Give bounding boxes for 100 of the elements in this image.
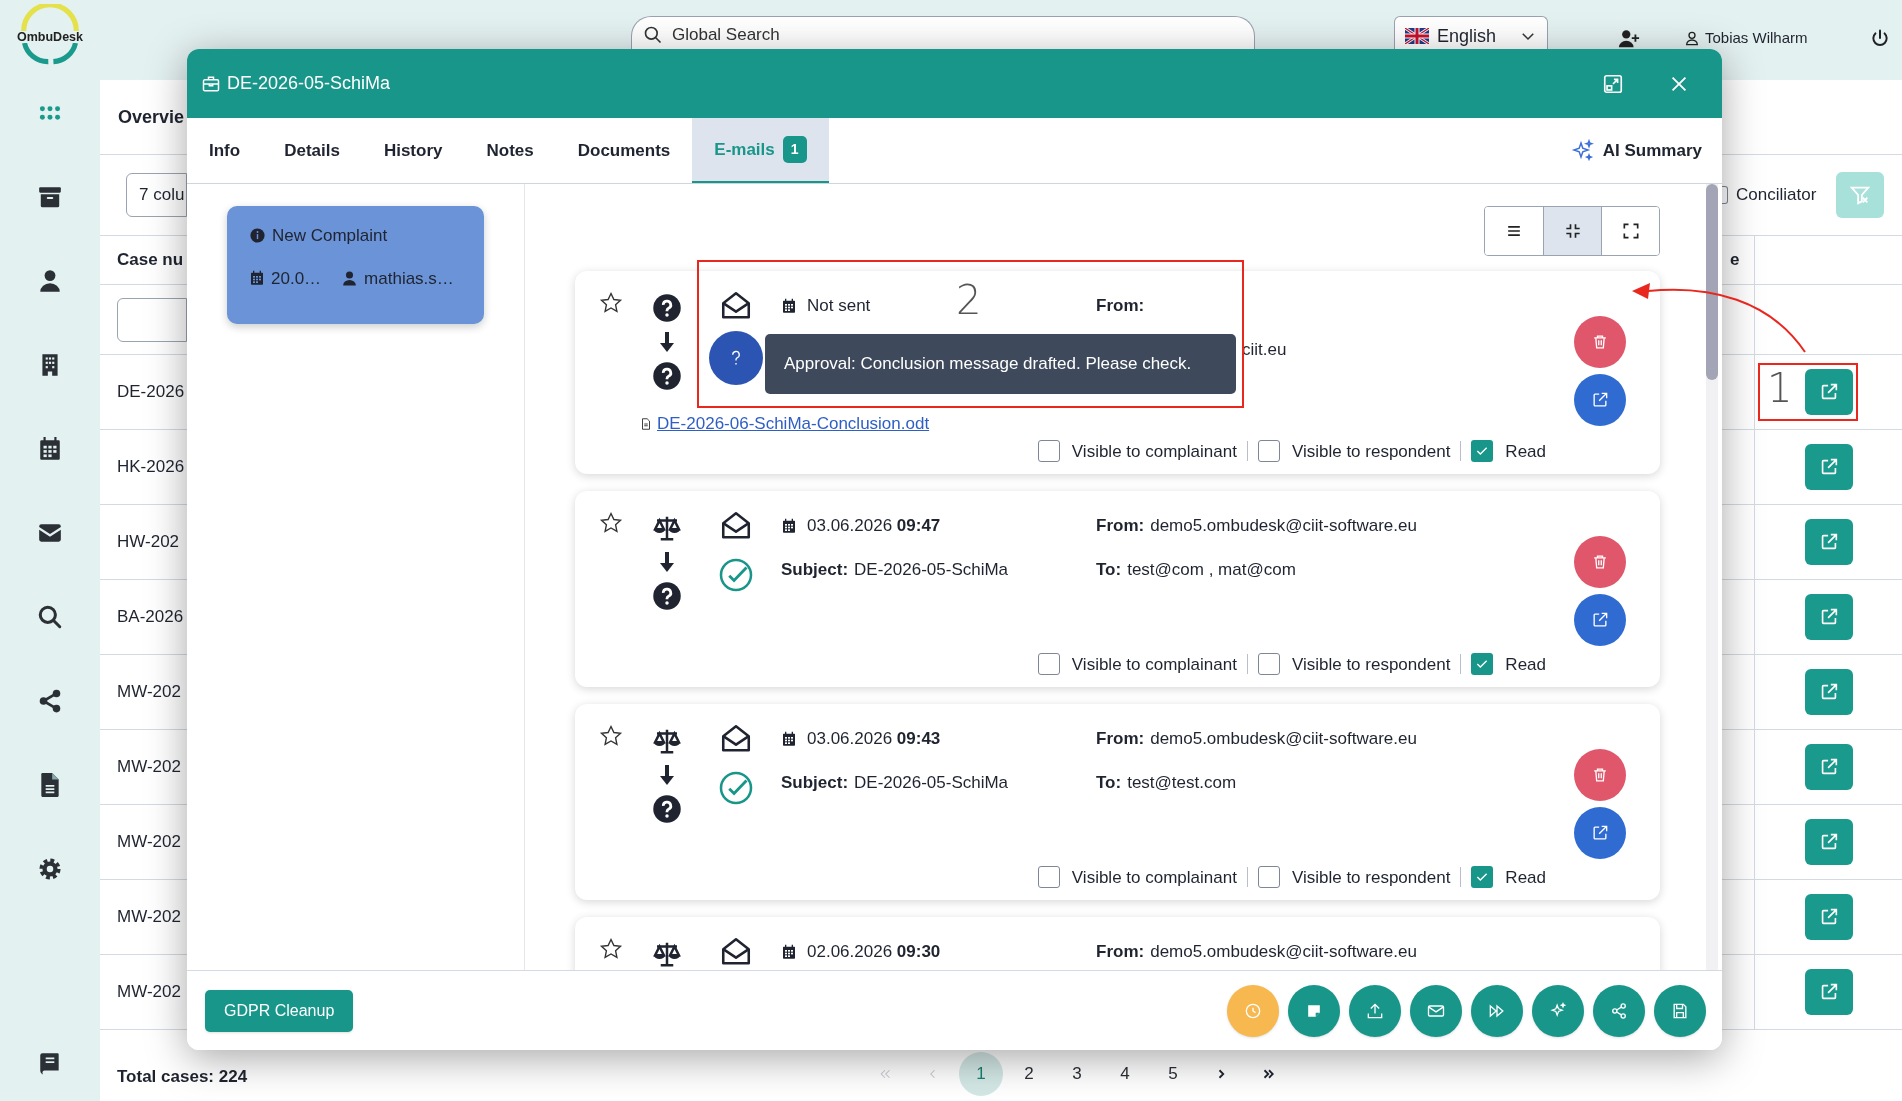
expand-icon[interactable]	[1602, 72, 1624, 95]
table-cell-text: BA-2026	[117, 606, 184, 629]
field-value: demo5.ombudesk@ciit-software.eu	[1150, 515, 1417, 537]
share-icon[interactable]	[37, 688, 63, 714]
tab[interactable]: Details	[262, 118, 362, 183]
upload-button[interactable]	[1349, 984, 1401, 1037]
checkbox-label: Read	[1505, 440, 1546, 463]
calendar-icon	[781, 297, 797, 314]
checkbox-label: Visible to complainant	[1071, 440, 1237, 463]
share-icon	[1609, 1000, 1629, 1021]
checkbox[interactable]	[1257, 440, 1280, 463]
search-icon[interactable]	[37, 604, 63, 630]
open-case-button[interactable]	[1804, 819, 1853, 865]
page-button[interactable]: 5	[1151, 1052, 1195, 1096]
star-icon[interactable]	[599, 724, 623, 748]
flag-icon	[1405, 28, 1429, 44]
view-toggle-group[interactable]	[1484, 206, 1660, 256]
page-button[interactable]: 1	[959, 1052, 1003, 1096]
user-menu[interactable]: Tobias Wilharm	[1684, 27, 1808, 50]
ai-summary-button[interactable]: AI Summary	[1570, 118, 1702, 183]
gdpr-cleanup-button[interactable]: GDPR Cleanup	[205, 989, 354, 1032]
language-select[interactable]: English	[1394, 16, 1548, 49]
sparkle-icon	[1570, 138, 1595, 163]
page-button[interactable]: 3	[1055, 1052, 1099, 1096]
count-badge: 1	[782, 136, 807, 163]
field-value: demo5.ombudesk@ciit-software.eu	[1150, 728, 1417, 750]
save-button[interactable]	[1654, 984, 1706, 1037]
email-button[interactable]	[1410, 984, 1462, 1037]
email-date: 03.06.2026 09:47	[807, 515, 941, 537]
star-icon[interactable]	[599, 511, 623, 535]
annotation-label: 1	[1767, 368, 1793, 408]
event-title: New Complaint	[272, 225, 388, 247]
add-user-icon[interactable]	[1618, 28, 1640, 50]
delete-button[interactable]	[1574, 749, 1626, 801]
star-icon[interactable]	[599, 291, 623, 315]
checkbox[interactable]	[1471, 440, 1494, 463]
checkbox[interactable]	[1471, 653, 1494, 676]
user-icon[interactable]	[37, 268, 63, 294]
checkbox[interactable]	[1471, 866, 1494, 889]
annotation-label: 2	[956, 280, 982, 320]
open-case-button[interactable]	[1804, 969, 1853, 1015]
page-button[interactable]: 4	[1103, 1052, 1147, 1096]
ai-button[interactable]	[1532, 984, 1584, 1037]
open-email-button[interactable]	[1574, 807, 1626, 859]
checkbox-label: Visible to respondent	[1291, 440, 1451, 463]
page-button[interactable]: 2	[1007, 1052, 1051, 1096]
forward-button[interactable]	[1471, 984, 1523, 1037]
tab[interactable]: Info	[187, 118, 263, 183]
email-date: Not sent	[807, 295, 871, 317]
question-icon	[652, 361, 682, 391]
approval-status-button[interactable]	[709, 331, 763, 385]
open-email-button[interactable]	[1574, 374, 1626, 426]
star-icon[interactable]	[599, 937, 623, 961]
open-case-button[interactable]	[1804, 444, 1853, 490]
open-email-button[interactable]	[1574, 594, 1626, 646]
delete-button[interactable]	[1574, 536, 1626, 588]
delete-button[interactable]	[1574, 316, 1626, 368]
tab[interactable]: History	[361, 118, 465, 183]
total-cases: Total cases: 224	[117, 1065, 248, 1088]
checkbox-label: Visible to respondent	[1291, 653, 1451, 676]
field-label: From:	[1096, 728, 1145, 750]
tab[interactable]: Documents	[555, 118, 693, 183]
checkbox[interactable]	[1257, 866, 1280, 889]
checkbox[interactable]	[1037, 653, 1060, 676]
checkbox[interactable]	[1257, 653, 1280, 676]
checkbox[interactable]	[1037, 866, 1060, 889]
share-button[interactable]	[1593, 984, 1645, 1037]
tab[interactable]: E-mails 1	[692, 118, 829, 183]
field-value: ciit.eu	[1242, 338, 1287, 361]
search-field[interactable]: Global Search	[631, 16, 1255, 49]
event-card[interactable]: New Complaint 20.0… mathias.s…	[227, 206, 484, 324]
table-cell-text: DE-2026	[117, 381, 185, 404]
expanded-view-button[interactable]	[1601, 207, 1659, 255]
checkbox-label: Read	[1505, 866, 1546, 889]
settings-icon[interactable]	[37, 856, 63, 882]
open-case-button[interactable]	[1804, 369, 1853, 415]
checkbox-label: Conciliator	[1736, 184, 1817, 207]
open-case-button[interactable]	[1804, 894, 1853, 940]
user-icon	[341, 269, 359, 287]
tab[interactable]: Notes	[464, 118, 556, 183]
archive-icon[interactable]	[37, 184, 63, 210]
modal-title: DE-2026-05-SchiMa	[227, 72, 391, 95]
checkbox-label: Read	[1505, 653, 1546, 676]
notes-button[interactable]	[1288, 984, 1340, 1037]
open-case-button[interactable]	[1804, 744, 1853, 790]
open-case-button[interactable]	[1804, 669, 1853, 715]
open-case-button[interactable]	[1804, 594, 1853, 640]
open-case-button[interactable]	[1804, 519, 1853, 565]
checkbox-label: Visible to complainant	[1071, 653, 1237, 676]
scrollbar-thumb[interactable]	[1706, 184, 1718, 380]
calendar-icon	[781, 517, 797, 534]
table-cell-text: MW-202	[117, 981, 181, 1004]
scrollbar-track[interactable]	[1706, 184, 1718, 970]
power-icon[interactable]	[1870, 28, 1890, 48]
field-value: test@com , mat@com	[1127, 558, 1296, 581]
calendar-icon[interactable]	[37, 436, 63, 462]
attachment-link[interactable]: DE-2026-06-SchiMa-Conclusion.odt	[657, 411, 930, 437]
checkbox[interactable]	[1037, 440, 1060, 463]
field-value: demo5.ombudesk@ciit-software.eu	[1150, 941, 1417, 963]
field-label: From:	[1096, 941, 1145, 963]
